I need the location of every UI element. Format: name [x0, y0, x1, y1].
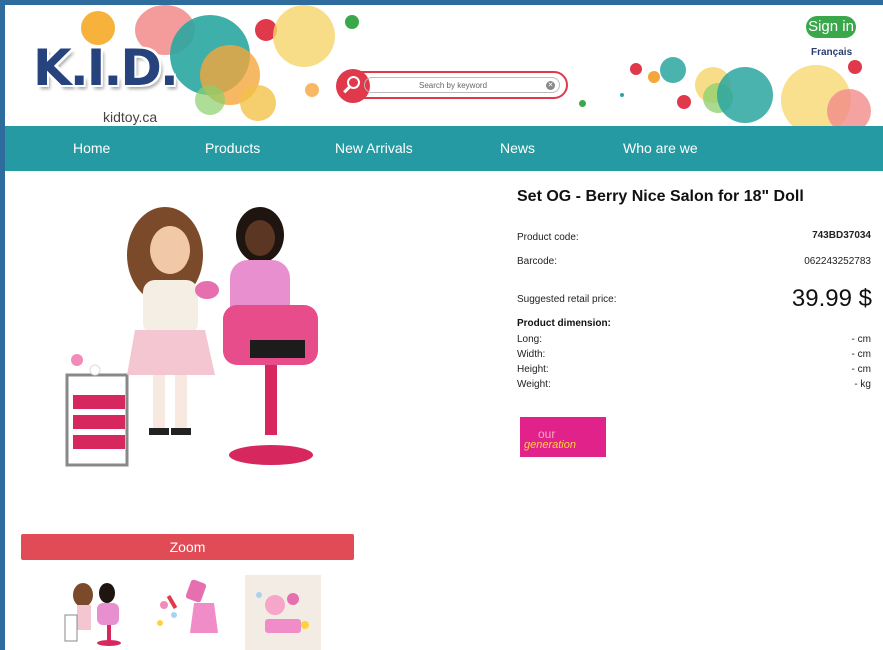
barcode-value: 062243252783: [804, 256, 871, 267]
doll-leg: [153, 375, 165, 430]
decor-dot: [648, 71, 660, 83]
nav-item-news[interactable]: News: [500, 140, 535, 156]
zoom-button[interactable]: Zoom: [21, 534, 354, 560]
dimension-width-value: - cm: [851, 349, 871, 360]
cart-drawer: [73, 435, 125, 449]
sign-in-button[interactable]: Sign in: [806, 16, 856, 38]
search-input[interactable]: [373, 79, 533, 91]
doll-shoe: [171, 428, 191, 435]
nav-item-new-arrivals[interactable]: New Arrivals: [335, 140, 413, 156]
nav-item-who-are-we[interactable]: Who are we: [623, 140, 698, 156]
decor-dot: [717, 67, 773, 123]
nav-item-home[interactable]: Home: [73, 140, 110, 156]
product-title: Set OG - Berry Nice Salon for 18" Doll: [517, 188, 804, 205]
site-logo[interactable]: K.I.D. kidtoy.ca: [33, 11, 183, 125]
price-value: 39.99 $: [791, 285, 872, 312]
decor-dot: [677, 95, 691, 109]
language-link[interactable]: Français: [811, 47, 852, 58]
doll-leg: [175, 375, 187, 430]
doll-top: [143, 280, 198, 335]
clear-icon[interactable]: ✕: [546, 81, 555, 90]
cart-item: [71, 354, 83, 366]
decor-dot: [305, 83, 319, 97]
decor-dot: [660, 57, 686, 83]
decor-dot: [848, 60, 862, 74]
doll-face: [150, 226, 190, 274]
decor-dot: [195, 85, 225, 115]
product-code-label: Product code:: [517, 232, 579, 243]
search-field: ✕: [364, 77, 560, 93]
dimension-long-value: - cm: [851, 334, 871, 345]
decor-dot: [240, 85, 276, 121]
thumbnail-1[interactable]: [55, 575, 131, 650]
chair-base: [229, 445, 313, 465]
decor-dot: [620, 93, 624, 97]
product-image[interactable]: [55, 200, 345, 475]
dimension-long-label: Long:: [517, 334, 543, 345]
barcode-label: Barcode:: [517, 256, 558, 267]
thumbnail-2[interactable]: [150, 575, 226, 650]
logo-text: K.I.D.: [33, 39, 179, 97]
site-header: K.I.D. kidtoy.ca ✕ Sign in Français: [5, 5, 883, 126]
cart-drawer: [73, 415, 125, 429]
decor-dot: [345, 15, 359, 29]
logo-subtitle: kidtoy.ca: [103, 109, 158, 125]
chair-pole: [265, 365, 277, 435]
dimension-weight-value: - kg: [854, 379, 871, 390]
doll-legs: [250, 340, 305, 358]
cart-item: [89, 364, 101, 376]
cart-drawer: [73, 395, 125, 409]
main-nav: Home Products New Arrivals News Who are …: [5, 126, 883, 171]
search-bar: ✕: [336, 69, 568, 103]
dimension-weight-label: Weight:: [517, 379, 551, 390]
doll-shoe: [149, 428, 169, 435]
decor-dot: [579, 100, 586, 107]
decor-dot: [827, 89, 871, 126]
hair-dryer: [195, 281, 219, 299]
doll-face: [245, 220, 275, 256]
nav-item-products[interactable]: Products: [205, 140, 260, 156]
dimension-width-label: Width:: [517, 349, 546, 360]
dimension-height-label: Height:: [517, 364, 549, 375]
thumbnail-3[interactable]: [245, 575, 321, 650]
decor-dot: [630, 63, 642, 75]
page: K.I.D. kidtoy.ca ✕ Sign in Français Home…: [5, 5, 883, 650]
brand-text: generation: [524, 439, 576, 451]
dimension-title: Product dimension:: [517, 318, 611, 329]
product-code-value: 743BD37034: [812, 230, 871, 241]
doll-skirt: [127, 330, 215, 375]
decor-dot: [273, 5, 335, 67]
dimension-height-value: - cm: [851, 364, 871, 375]
brand-logo[interactable]: our generation: [520, 417, 606, 457]
price-label: Suggested retail price:: [517, 294, 617, 305]
